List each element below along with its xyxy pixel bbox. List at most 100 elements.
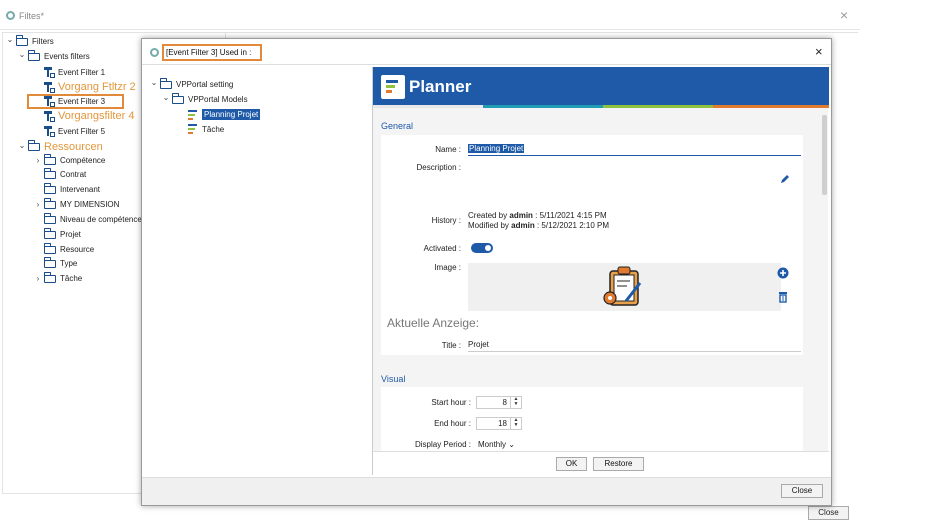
- planner-icon: [188, 109, 199, 120]
- tree-node[interactable]: ⌄ Events filters: [18, 49, 90, 61]
- restore-button[interactable]: Restore: [593, 457, 644, 471]
- display-period-select[interactable]: Monthly ⌄: [478, 440, 515, 449]
- history-label: History :: [431, 216, 461, 225]
- tree-node[interactable]: ⌄ Ressourcen: [18, 140, 103, 153]
- name-label: Name :: [435, 145, 461, 154]
- end-hour-label: End hour :: [434, 419, 471, 428]
- tree-node[interactable]: › MY DIMENSION: [34, 197, 119, 209]
- start-hour-label: Start hour :: [431, 398, 471, 407]
- dialog-close-button[interactable]: Close: [781, 484, 823, 498]
- history-modified: Modified by admin : 5/12/2021 2:10 PM: [468, 221, 610, 230]
- header-stripe: [483, 105, 603, 108]
- visual-card: Start hour : 8 ▲ ▼ End hour : 18 ▲ ▼ Displ…: [381, 387, 803, 451]
- tree-node[interactable]: Event Filter 5: [34, 126, 105, 137]
- tree-node-label: Tâche: [60, 274, 83, 283]
- tree-node[interactable]: › Compétence: [34, 153, 106, 165]
- folder-icon: [43, 182, 56, 194]
- description-label: Description :: [416, 163, 461, 172]
- image-label: Image :: [434, 263, 461, 272]
- tree-node-label: Tâche: [202, 124, 225, 134]
- dialog-app-logo-icon: [150, 48, 159, 57]
- folder-icon: [43, 242, 56, 254]
- chevron-down-icon[interactable]: ⌄: [162, 93, 170, 102]
- dialog-title: [Event Filter 3] Used in :: [166, 48, 252, 57]
- tree-node-label: VPPortal setting: [176, 80, 234, 89]
- planner-scrollbar-thumb[interactable]: [822, 115, 827, 195]
- tree-node[interactable]: Niveau de compétence: [34, 212, 142, 224]
- tree-node[interactable]: Vorgangsfilter 4: [34, 110, 134, 122]
- folder-icon: [43, 153, 56, 165]
- tree-node-label: Niveau de compétence: [60, 215, 142, 224]
- tree-node[interactable]: ⌄ VPPortal setting: [150, 77, 234, 89]
- end-hour-stepper[interactable]: 18 ▲ ▼: [476, 417, 522, 430]
- chevron-down-icon: ⌄: [508, 440, 515, 449]
- tree-node[interactable]: › Tâche: [34, 271, 83, 283]
- background-window-title: Filtes*: [19, 11, 45, 21]
- tree-node[interactable]: Tâche: [178, 124, 224, 134]
- tree-node[interactable]: Contrat: [34, 167, 86, 179]
- chevron-right-icon[interactable]: ›: [34, 274, 42, 283]
- folder-icon: [43, 167, 56, 179]
- aktuelle-anzeige-annotation: Aktuelle Anzeige:: [387, 316, 480, 330]
- tree-node-label: Event Filter 5: [58, 127, 106, 136]
- delete-image-icon[interactable]: [778, 291, 788, 303]
- tree-node[interactable]: Vorgang Ftltzr 2: [34, 81, 136, 93]
- dialog-bottom-bar: Close: [142, 477, 831, 505]
- folder-icon: [27, 140, 40, 151]
- title-label: Title :: [441, 341, 461, 350]
- chevron-right-icon[interactable]: ›: [34, 156, 42, 165]
- tree-node[interactable]: Resource: [34, 242, 95, 254]
- ok-button[interactable]: OK: [556, 457, 587, 471]
- tree-node[interactable]: ⌄ Filters: [6, 34, 54, 46]
- tree-node-label: VPPortal Models: [188, 95, 248, 104]
- app-logo-icon: [6, 11, 15, 20]
- header-stripe: [713, 105, 829, 108]
- dialog-title-bar: [Event Filter 3] Used in : ×: [142, 39, 831, 65]
- planner-footer: OK Restore: [373, 451, 829, 475]
- chevron-down-icon[interactable]: ⌄: [18, 50, 26, 59]
- name-input[interactable]: Planning Projet: [468, 144, 525, 153]
- folder-icon: [43, 197, 56, 209]
- planner-title: Planner: [409, 77, 472, 96]
- activated-toggle[interactable]: [471, 243, 493, 253]
- tree-node[interactable]: Intervenant: [34, 182, 100, 194]
- title-input[interactable]: Projet: [468, 340, 489, 349]
- tree-node[interactable]: Planning Projet: [178, 109, 261, 120]
- tree-node[interactable]: ⌄ VPPortal Models: [162, 92, 248, 104]
- tree-node-label: Events filters: [44, 52, 90, 61]
- title-underline: [468, 351, 801, 352]
- header-stripe: [373, 105, 483, 108]
- tree-node[interactable]: Projet: [34, 227, 81, 239]
- edit-pencil-icon[interactable]: [779, 173, 791, 185]
- image-preview: [468, 263, 781, 311]
- stepper-arrows-icon[interactable]: ▲ ▼: [510, 418, 521, 429]
- chevron-right-icon[interactable]: ›: [34, 200, 42, 209]
- filter-icon: [44, 110, 55, 122]
- tree-node[interactable]: Event Filter 1: [34, 67, 105, 78]
- dialog-close-icon[interactable]: ×: [815, 44, 823, 59]
- start-hour-stepper[interactable]: 8 ▲ ▼: [476, 396, 522, 409]
- folder-icon: [43, 212, 56, 224]
- chevron-down-icon[interactable]: ⌄: [18, 141, 26, 150]
- tree-node-label: Ressourcen: [44, 141, 103, 153]
- filter-icon: [44, 126, 55, 137]
- tree-node-label: Event Filter 1: [58, 68, 106, 77]
- filter-icon: [44, 81, 55, 93]
- tree-node-label: Resource: [60, 245, 95, 254]
- background-title-bar: Filtes*: [0, 0, 860, 30]
- tree-node-label: Type: [60, 259, 78, 268]
- filter-icon: [44, 67, 55, 78]
- chevron-down-icon[interactable]: ⌄: [6, 35, 14, 44]
- add-image-icon[interactable]: [777, 267, 789, 279]
- tree-node-label: Vorgangsfilter 4: [58, 110, 135, 122]
- background-close-button[interactable]: Close: [808, 506, 849, 520]
- visual-section-title: Visual: [381, 374, 406, 384]
- activated-label: Activated :: [423, 244, 461, 253]
- general-section-title: General: [381, 121, 414, 131]
- stepper-arrows-icon[interactable]: ▲ ▼: [510, 397, 521, 408]
- tree-node-label: Projet: [60, 230, 81, 239]
- background-close-icon[interactable]: ×: [840, 7, 848, 23]
- chevron-down-icon[interactable]: ⌄: [150, 78, 158, 87]
- tree-node-label: Compétence: [60, 156, 106, 165]
- tree-node[interactable]: Type: [34, 256, 78, 268]
